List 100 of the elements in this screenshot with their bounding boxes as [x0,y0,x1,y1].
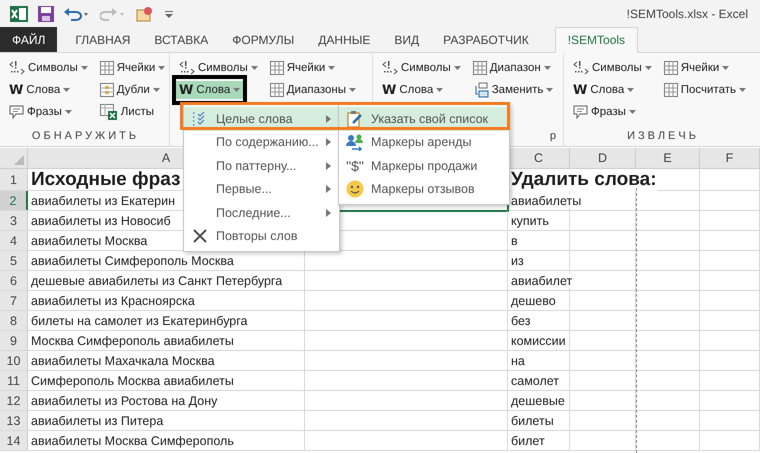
ribbon-tab[interactable]: !SEMTools [554,27,638,53]
grid-icon [270,61,284,75]
group-label: ОБНАРУЖИТЬ [32,130,140,142]
table-cell: авиабилеты Махачкала Москва [31,354,215,368]
ribbon-button[interactable]: Диапазоны [266,81,359,99]
caret-icon [644,66,652,70]
duplicates-icon [100,83,114,97]
table-cell: авиабилеты из Екатерин [31,194,176,208]
ribbon-button[interactable]: Символы [379,59,464,77]
menu-item[interactable]: Маркеры отзывов [339,178,509,201]
ribbon-button[interactable]: Заменить [470,81,556,99]
caret-icon [158,66,166,70]
row-header[interactable]: 6 [0,271,28,290]
symbols-icon [9,61,25,75]
sheets-icon [100,104,118,120]
ribbon-button[interactable]: W Слова [570,81,638,99]
row-header[interactable]: 8 [0,311,28,330]
word-icon: W [179,82,194,98]
ribbon-button[interactable]: Дубли [96,81,163,99]
ribbon-button[interactable]: Ячейки [96,59,168,77]
caret-icon [738,88,746,92]
ribbon-button[interactable]: Символы [570,59,655,77]
row-header[interactable]: 2 [0,191,28,210]
menu-item[interactable]: Маркеры аренды [339,130,509,154]
word-icon: W [382,82,396,98]
row-header[interactable]: 14 [0,431,28,450]
row-header[interactable]: 7 [0,291,28,310]
speech-bubble-icon [573,105,588,119]
symbols-icon [179,61,195,75]
row-header[interactable]: 9 [0,331,28,350]
menu-item[interactable]: По паттерну... [184,154,339,178]
symbols-icon [573,61,589,75]
row-header[interactable]: 4 [0,231,28,250]
table-cell: Москва Симферополь авиабилеты [31,334,234,348]
caret-icon [250,66,258,70]
ribbon-button[interactable]: Ячейки [660,59,732,77]
word-icon: W [9,82,24,98]
ribbon-tab[interactable]: ДАННЫЕ [306,27,382,52]
ribbon-button[interactable]: Посчитать [660,81,749,99]
column-header[interactable]: E [663,151,672,165]
column-header[interactable]: A [162,151,170,165]
speech-bubble-icon [9,105,24,119]
caret-icon [544,66,551,70]
menu-item[interactable]: Первые... [184,178,339,201]
table-cell: авиабилет [511,274,572,288]
menu-item[interactable]: Повторы слов [184,224,339,248]
smiley-icon [346,180,364,198]
row-header[interactable]: 11 [0,371,28,390]
column-header[interactable]: C [534,151,544,165]
grid-icon [664,83,678,97]
file-tab[interactable]: ФАЙЛ [0,27,58,52]
submenu-arrow-icon [326,185,331,194]
replace-icon [472,82,489,98]
row-header[interactable]: 13 [0,411,28,430]
row-header[interactable]: 1 [0,169,28,190]
undo-icon[interactable] [64,6,90,20]
ribbon-tab[interactable]: ГЛАВНАЯ [63,27,142,52]
grid-icon [664,61,678,75]
caret-icon [152,88,160,92]
caret-icon [454,66,461,70]
caret-icon [627,88,634,92]
excel-icon[interactable] [10,6,28,22]
column-header[interactable]: D [598,151,608,165]
row-header[interactable]: 3 [0,211,28,230]
ribbon-button[interactable]: Листы [96,103,157,121]
table-cell: авиабилеты Москва Симферополь [31,434,234,448]
caret-icon [63,88,70,92]
row-header[interactable]: 12 [0,391,28,410]
menu-item[interactable]: По содержанию... [184,130,339,154]
ribbon-tab[interactable]: ВСТАВКА [142,27,220,52]
menu-item[interactable]: "$" Маркеры продажи [339,154,509,178]
ribbon-button[interactable]: W Слова [6,81,74,99]
ribbon-tab[interactable]: РАЗРАБОТЧИК [431,27,541,52]
caret-icon [546,88,554,92]
symbols-icon [382,61,398,75]
ribbon-button[interactable]: Диапазон [470,59,554,77]
ribbon-button[interactable]: Ячейки [266,59,338,77]
column-header[interactable]: F [726,151,734,165]
row-header[interactable]: 10 [0,351,28,370]
caret-icon [80,66,88,70]
customize-icon[interactable] [164,8,174,18]
caret-icon [328,66,336,70]
table-cell: авиабилеты из Красноярска [31,294,195,308]
clipboard-icon[interactable] [136,6,154,22]
ribbon-button[interactable]: W Слова [176,81,244,99]
submenu-arrow-icon [326,162,331,170]
window-title: !SEMTools.xlsx - Excel [626,6,748,20]
submenu-arrow-icon [326,208,331,217]
menu-item[interactable]: Последние... [184,201,339,224]
ribbon-tab[interactable]: ВИД [382,27,432,52]
ribbon-button[interactable]: W Слова [379,81,446,99]
table-cell: Удалить слова: [511,168,657,190]
ribbon-button[interactable]: Символы [6,59,91,77]
ribbon-button[interactable]: Символы [176,59,261,77]
grid-icon [100,61,114,75]
row-header[interactable]: 5 [0,251,28,270]
ribbon-tab[interactable]: ФОРМУЛЫ [220,27,306,52]
ribbon-button[interactable]: Фразы [6,103,75,121]
ribbon-button[interactable]: Фразы [570,103,639,121]
save-icon[interactable] [38,6,54,22]
